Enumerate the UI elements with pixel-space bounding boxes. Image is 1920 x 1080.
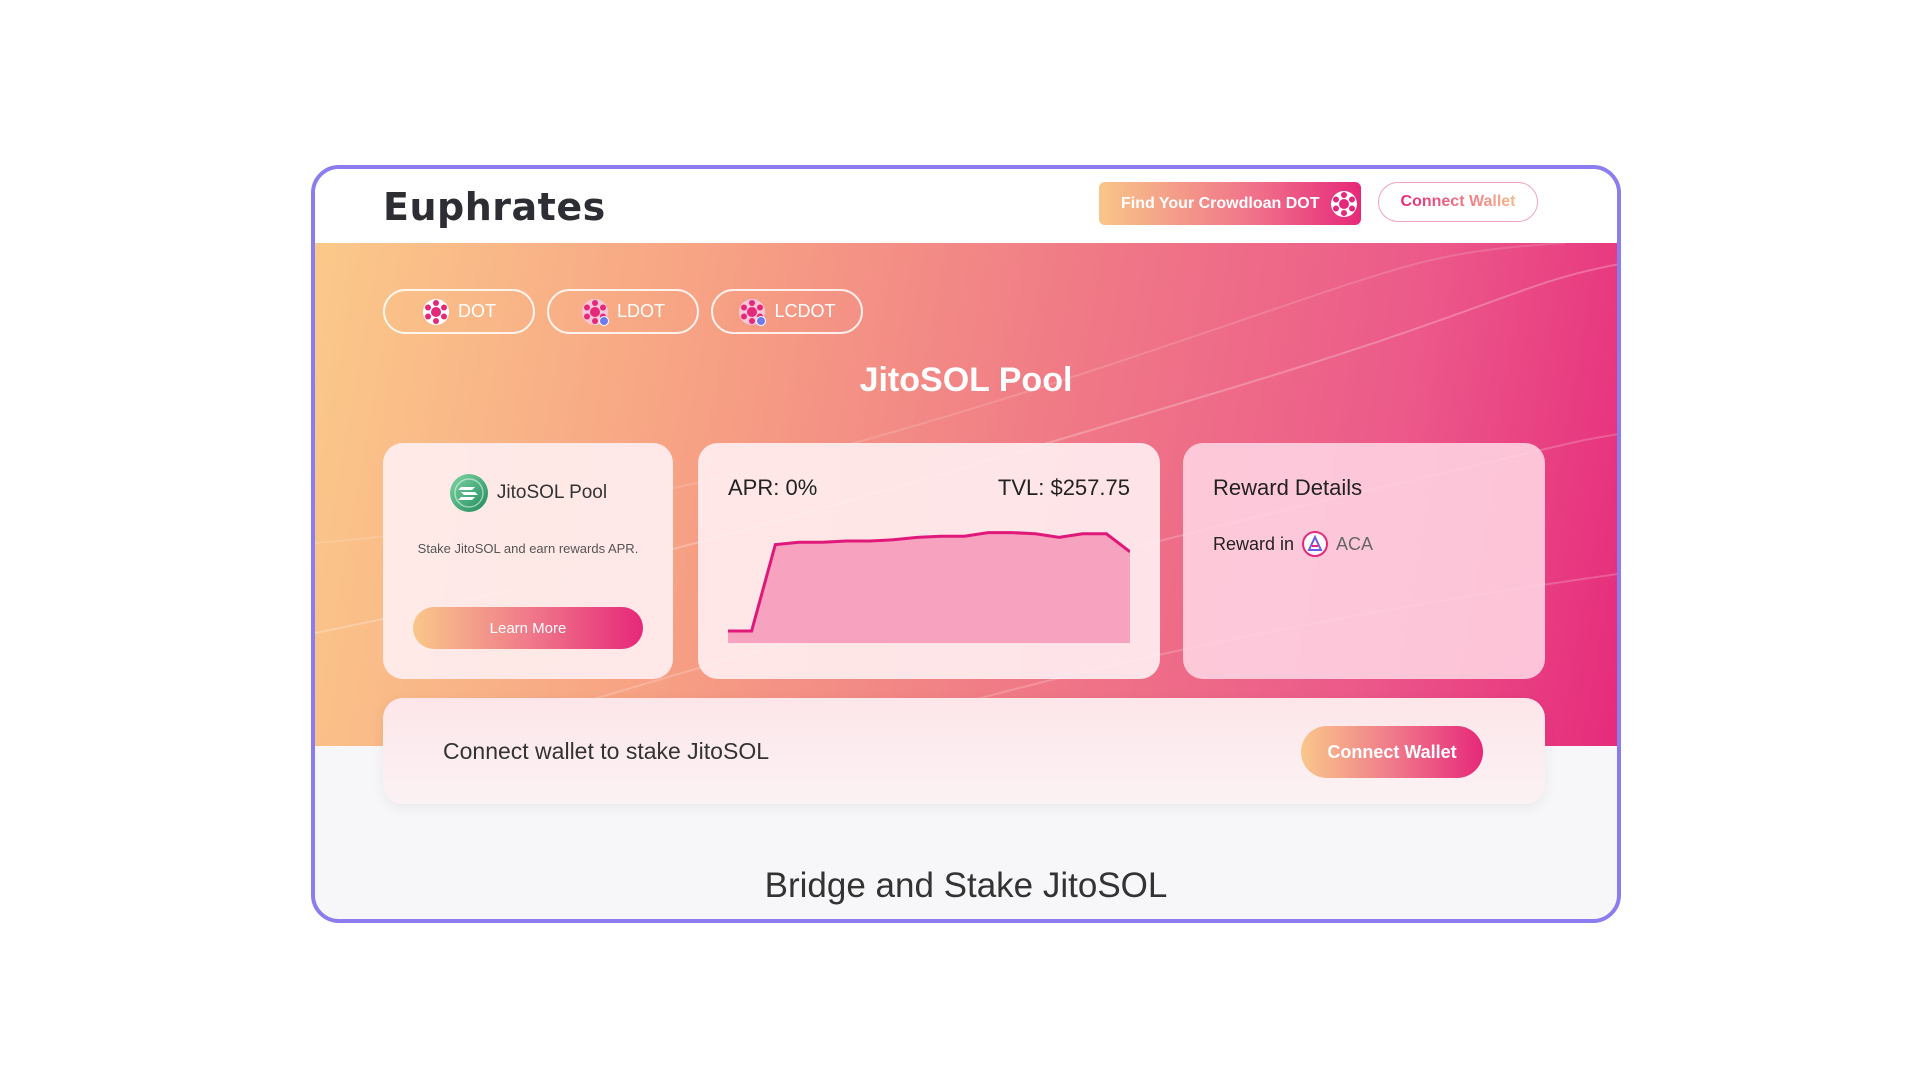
polkadot-icon [423,298,449,325]
reward-row: Reward in ACA [1213,531,1373,557]
aca-icon [1302,531,1329,557]
learn-more-button[interactable]: Learn More [413,607,643,649]
ldot-icon [581,298,609,326]
token-tab-label: DOT [458,301,496,321]
jitosol-icon [449,474,488,512]
apr-value: APR: 0% [728,475,818,500]
bridge-stake-heading: Bridge and Stake JitoSOL [764,866,1168,905]
pool-hero: DOT LDOT LCDOT JitoSOL Pool JitoSOL Pool… [315,243,1617,746]
connect-wallet-stake-button[interactable]: Connect Wallet [1301,726,1483,778]
pool-stats-card: APR: 0% TVL: $257.75 [698,443,1160,679]
tvl-area-chart [728,531,1130,643]
find-crowdloan-dot-button[interactable]: Find Your Crowdloan DOT [1099,182,1361,225]
token-tab-ldot[interactable]: LDOT [547,289,699,334]
token-tab-label: LCDOT [774,301,836,321]
reward-details-card: Reward Details Reward in ACA [1183,443,1545,679]
reward-in-label: Reward in [1213,533,1295,554]
euphrates-logo[interactable]: Euphrates [383,185,606,229]
tvl-area-fill [728,532,1130,643]
token-tab-dot[interactable]: DOT [383,289,535,334]
token-tab-lcdot[interactable]: LCDOT [711,289,863,334]
stake-connect-message: Connect wallet to stake JitoSOL [443,738,769,764]
pool-info-card: JitoSOL Pool Stake JitoSOL and earn rewa… [383,443,673,679]
app-window: Euphrates Find Your Crowdloan DOT Connec… [311,165,1621,923]
polkadot-icon [1330,190,1357,217]
lcdot-icon [739,298,767,326]
top-header: Euphrates Find Your Crowdloan DOT Connec… [315,169,1617,243]
pool-card-header: JitoSOL Pool [383,473,673,513]
pool-description: Stake JitoSOL and earn rewards APR. [417,541,639,556]
pool-title: JitoSOL Pool [859,361,1073,399]
pool-card-name: JitoSOL Pool [496,482,608,503]
token-tab-label: LDOT [616,301,665,321]
crowdloan-button-label: Find Your Crowdloan DOT [1121,194,1320,212]
tvl-value: TVL: $257.75 [997,475,1130,500]
connect-wallet-header-button[interactable]: Connect Wallet [1378,182,1538,222]
stake-connect-bar: Connect wallet to stake JitoSOL Connect … [383,698,1545,804]
connect-wallet-header-label: Connect Wallet [1400,193,1516,210]
reward-token: ACA [1336,533,1374,554]
reward-details-title: Reward Details [1213,475,1363,500]
